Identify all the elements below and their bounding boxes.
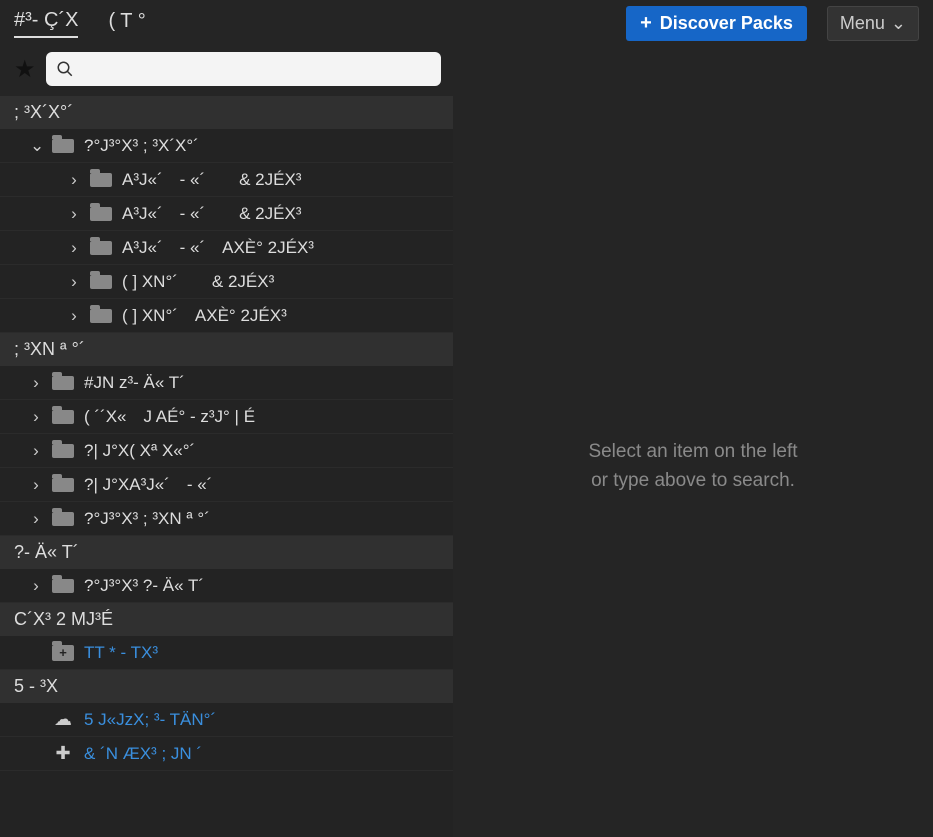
menu-button[interactable]: Menu ⌄ (827, 6, 919, 41)
plus-icon: + (640, 12, 652, 35)
tree-row-label: ?°J³°X³ ?- Ä« T´ (84, 576, 204, 596)
discover-packs-label: Discover Packs (660, 13, 793, 34)
tab-bar: #³- Ç´X ( T ° (14, 9, 606, 38)
folder-icon (90, 275, 112, 289)
chevron-right-icon[interactable]: › (30, 509, 42, 529)
tree-row[interactable]: › ( ] XN°´ AXÈ° 2JÉX³ (0, 299, 453, 333)
tree-row-label: ?| J°XA³J«´ - «´ (84, 475, 212, 495)
tree-row-label: A³J«´ - «´ & 2JÉX³ (122, 170, 301, 190)
chevron-right-icon[interactable]: › (30, 475, 42, 495)
chevron-right-icon[interactable]: › (68, 204, 80, 224)
tree-row[interactable]: › ?°J³°X³ ?- Ä« T´ (0, 569, 453, 603)
chevron-right-icon[interactable]: › (30, 373, 42, 393)
tree-row-label: ?°J³°X³ ; ³XN ª °´ (84, 509, 210, 529)
folder-icon (52, 478, 74, 492)
tab-secondary[interactable]: ( T ° (108, 10, 145, 37)
left-panel: ; ³X´X°´⌄?°J³°X³ ; ³X´X°´›A³J«´ - «´ & 2… (0, 96, 453, 837)
tree-row[interactable]: + TT * - TX³ (0, 636, 453, 670)
tree-row-label: & ´N ÆX³ ; JN ´ (84, 744, 202, 764)
section-header: C´X³ 2 MJ³É (0, 603, 453, 636)
section-header: 5 - ³X (0, 670, 453, 703)
folder-icon (52, 376, 74, 390)
chevron-right-icon[interactable]: › (68, 272, 80, 292)
chevron-right-icon[interactable]: › (30, 407, 42, 427)
tree-row[interactable]: › ?°J³°X³ ; ³XN ª °´ (0, 502, 453, 536)
section-header: ; ³X´X°´ (0, 96, 453, 129)
topbar: #³- Ç´X ( T ° + Discover Packs Menu ⌄ (0, 0, 933, 46)
empty-line1: Select an item on the left (588, 438, 797, 467)
tree-row[interactable]: › A³J«´ - «´ AXÈ° 2JÉX³ (0, 231, 453, 265)
folder-icon (52, 444, 74, 458)
menu-label: Menu (840, 13, 885, 34)
folder-icon (52, 579, 74, 593)
chevron-down-icon[interactable]: ⌄ (30, 136, 42, 156)
tree-row[interactable]: › ?| J°X( Xª X«°´ (0, 434, 453, 468)
tree-row-label: A³J«´ - «´ AXÈ° 2JÉX³ (122, 238, 314, 258)
chevron-right-icon[interactable]: › (68, 238, 80, 258)
folder-icon (52, 139, 74, 153)
cloud-download-icon: ☁ (52, 709, 74, 730)
folder-plus-icon: + (52, 645, 74, 661)
tree-row-label: ( ] XN°´ AXÈ° 2JÉX³ (122, 306, 287, 326)
tree-row[interactable]: ⌄ ?°J³°X³ ; ³X´X°´ (0, 129, 453, 163)
chevron-down-icon: ⌄ (891, 13, 906, 34)
search-input[interactable] (46, 52, 441, 86)
tree-row[interactable]: › A³J«´ - «´ & 2JÉX³ (0, 163, 453, 197)
search-wrap (46, 52, 441, 86)
tree-row-label: ?°J³°X³ ; ³X´X°´ (84, 136, 199, 156)
plus-icon: ✚ (52, 743, 74, 764)
tree-row-label: ?| J°X( Xª X«°´ (84, 441, 195, 461)
tree-row[interactable]: ☁ 5 J«JzX; ³- TÄN°´ (0, 703, 453, 737)
tree-row[interactable]: › #JN z³- Ä« T´ (0, 366, 453, 400)
folder-icon (52, 410, 74, 424)
chevron-right-icon[interactable]: › (68, 306, 80, 326)
tree-row-label: #JN z³- Ä« T´ (84, 373, 185, 393)
empty-line2: or type above to search. (588, 467, 797, 496)
section-header: ; ³XN ª °´ (0, 333, 453, 366)
tree-row-label: ( ] XN°´ & 2JÉX³ (122, 272, 274, 292)
chevron-right-icon[interactable]: › (68, 170, 80, 190)
folder-icon (52, 512, 74, 526)
folder-icon (90, 309, 112, 323)
section-header: ?- Ä« T´ (0, 536, 453, 569)
tree-row-label: 5 J«JzX; ³- TÄN°´ (84, 710, 216, 730)
folder-icon (90, 207, 112, 221)
chevron-right-icon[interactable]: › (30, 576, 42, 596)
tree-row[interactable]: › ( ´´X« J AÉ° - z³J° | É (0, 400, 453, 434)
search-icon (56, 60, 74, 78)
chevron-right-icon[interactable]: › (30, 441, 42, 461)
star-icon[interactable]: ★ (14, 55, 36, 84)
tree-row-label: TT * - TX³ (84, 643, 158, 663)
folder-icon (90, 173, 112, 187)
right-panel: Select an item on the left or type above… (453, 96, 933, 837)
folder-icon (90, 241, 112, 255)
search-row: ★ (0, 46, 933, 96)
tree-row-label: ( ´´X« J AÉ° - z³J° | É (84, 407, 255, 427)
main: ; ³X´X°´⌄?°J³°X³ ; ³X´X°´›A³J«´ - «´ & 2… (0, 96, 933, 837)
tree-row[interactable]: ✚ & ´N ÆX³ ; JN ´ (0, 737, 453, 771)
discover-packs-button[interactable]: + Discover Packs (626, 6, 807, 41)
tree-row[interactable]: › A³J«´ - «´ & 2JÉX³ (0, 197, 453, 231)
tab-primary[interactable]: #³- Ç´X (14, 9, 78, 38)
tree-row[interactable]: › ?| J°XA³J«´ - «´ (0, 468, 453, 502)
tree-row[interactable]: › ( ] XN°´ & 2JÉX³ (0, 265, 453, 299)
tree-row-label: A³J«´ - «´ & 2JÉX³ (122, 204, 301, 224)
